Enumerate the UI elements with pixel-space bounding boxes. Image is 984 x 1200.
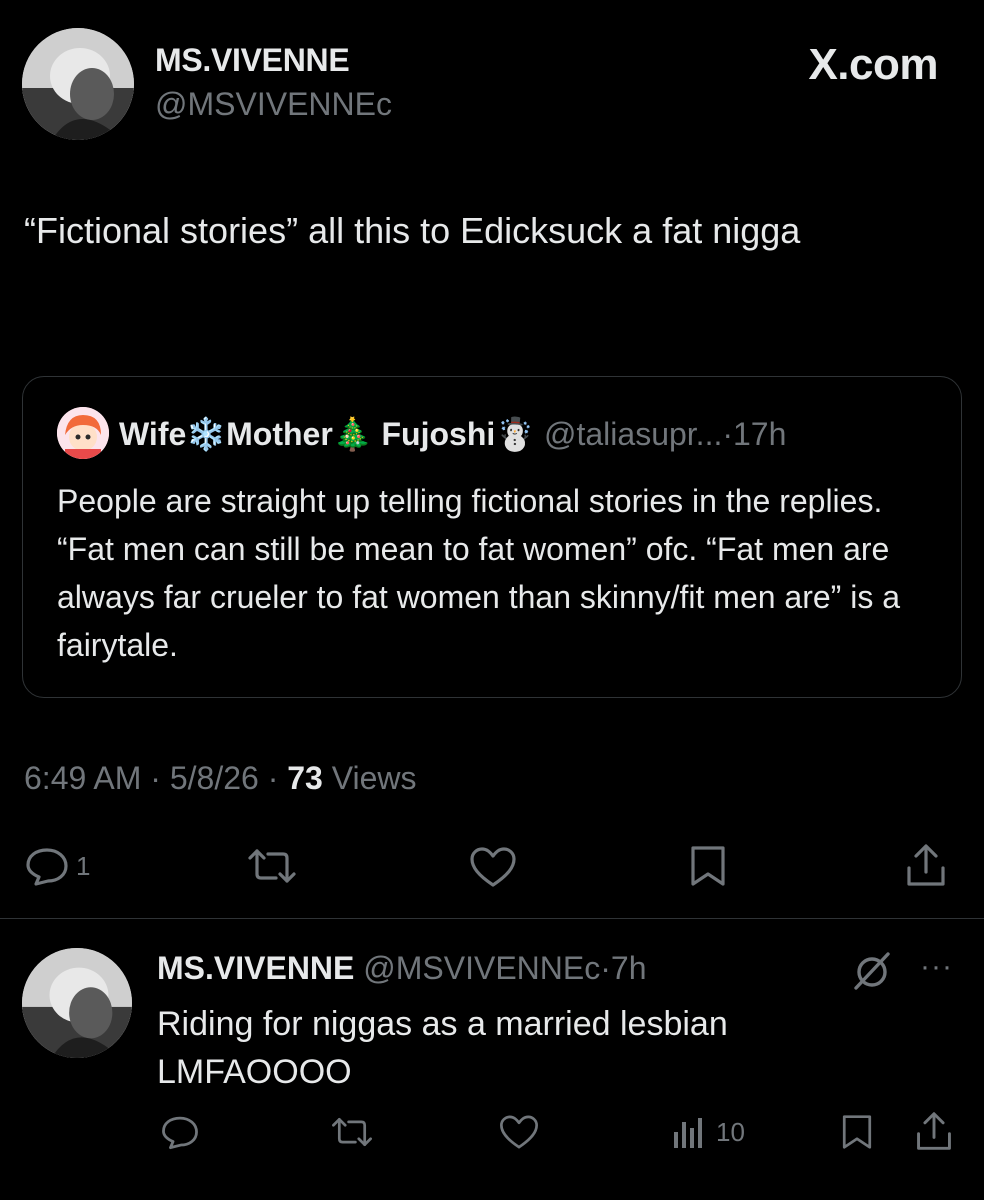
like-button[interactable] xyxy=(468,846,518,888)
grok-icon[interactable] xyxy=(852,948,892,997)
bookmark-button[interactable] xyxy=(688,844,728,888)
retweet-icon xyxy=(248,849,296,883)
divider xyxy=(0,918,984,919)
author-name[interactable]: MS.VIVENNE xyxy=(155,42,350,79)
reply-text: Riding for niggas as a married lesbian L… xyxy=(157,1005,728,1091)
meta-separator: · xyxy=(150,760,161,796)
bookmark-icon xyxy=(842,1115,872,1149)
quote-avatar[interactable] xyxy=(57,407,109,459)
reply-icon xyxy=(26,848,68,886)
author-handle[interactable]: @MSVIVENNEc xyxy=(155,86,392,123)
reply-share-button[interactable] xyxy=(914,1110,954,1152)
reply-count: 1 xyxy=(76,850,91,881)
reply-icon xyxy=(162,1116,198,1150)
quoted-tweet-card[interactable]: Wife❄️Mother🎄 Fujoshi☃️ @taliasupr...·17… xyxy=(22,376,962,698)
retweet-icon xyxy=(332,1117,372,1147)
reply-author-handle[interactable]: @MSVIVENNEc xyxy=(363,950,600,986)
reply-author-name[interactable]: MS.VIVENNE xyxy=(157,950,354,986)
brand-logo: X.com xyxy=(808,40,938,89)
views-count: 73 xyxy=(287,760,323,796)
quote-author-handle[interactable]: @taliasupr... xyxy=(544,416,722,452)
quote-header: Wife❄️Mother🎄 Fujoshi☃️ @taliasupr...·17… xyxy=(119,415,786,453)
meta-date[interactable]: 5/8/26 xyxy=(170,760,259,796)
meta-time[interactable]: 6:49 AM xyxy=(24,760,141,796)
reply-button[interactable]: 1 xyxy=(24,846,90,886)
author-avatar[interactable] xyxy=(22,28,134,140)
reply-views-button[interactable]: 10 xyxy=(670,1114,745,1150)
reply-views-count: 10 xyxy=(716,1116,745,1147)
quote-text: People are straight up telling fictional… xyxy=(57,483,901,663)
reply-bookmark-button[interactable] xyxy=(840,1112,874,1152)
retweet-button[interactable] xyxy=(246,846,298,886)
analytics-icon xyxy=(674,1118,702,1148)
quote-separator: · xyxy=(722,416,733,452)
tweet-text: “Fictional stories” all this to Edicksuc… xyxy=(24,210,801,251)
tweet-meta: 6:49 AM · 5/8/26 · 73 Views xyxy=(24,760,417,797)
reply-author-avatar[interactable] xyxy=(22,948,132,1058)
reply-header: MS.VIVENNE @MSVIVENNEc·7h xyxy=(157,950,646,987)
like-icon xyxy=(470,847,516,887)
share-icon xyxy=(907,844,945,886)
reply-retweet-button[interactable] xyxy=(330,1114,374,1150)
reply-reply-button[interactable] xyxy=(160,1114,200,1150)
share-icon xyxy=(917,1112,951,1150)
reply-timestamp[interactable]: 7h xyxy=(611,950,647,986)
reply-separator: · xyxy=(600,950,611,986)
meta-separator: · xyxy=(267,760,279,796)
more-icon[interactable]: ··· xyxy=(920,950,953,984)
bookmark-icon xyxy=(691,846,725,886)
reply-like-button[interactable] xyxy=(498,1114,540,1150)
quote-timestamp[interactable]: 17h xyxy=(733,416,786,452)
share-button[interactable] xyxy=(904,842,948,888)
like-icon xyxy=(500,1115,538,1149)
views-label: Views xyxy=(331,760,417,796)
quote-author-name[interactable]: Wife❄️Mother🎄 Fujoshi☃️ xyxy=(119,416,535,452)
